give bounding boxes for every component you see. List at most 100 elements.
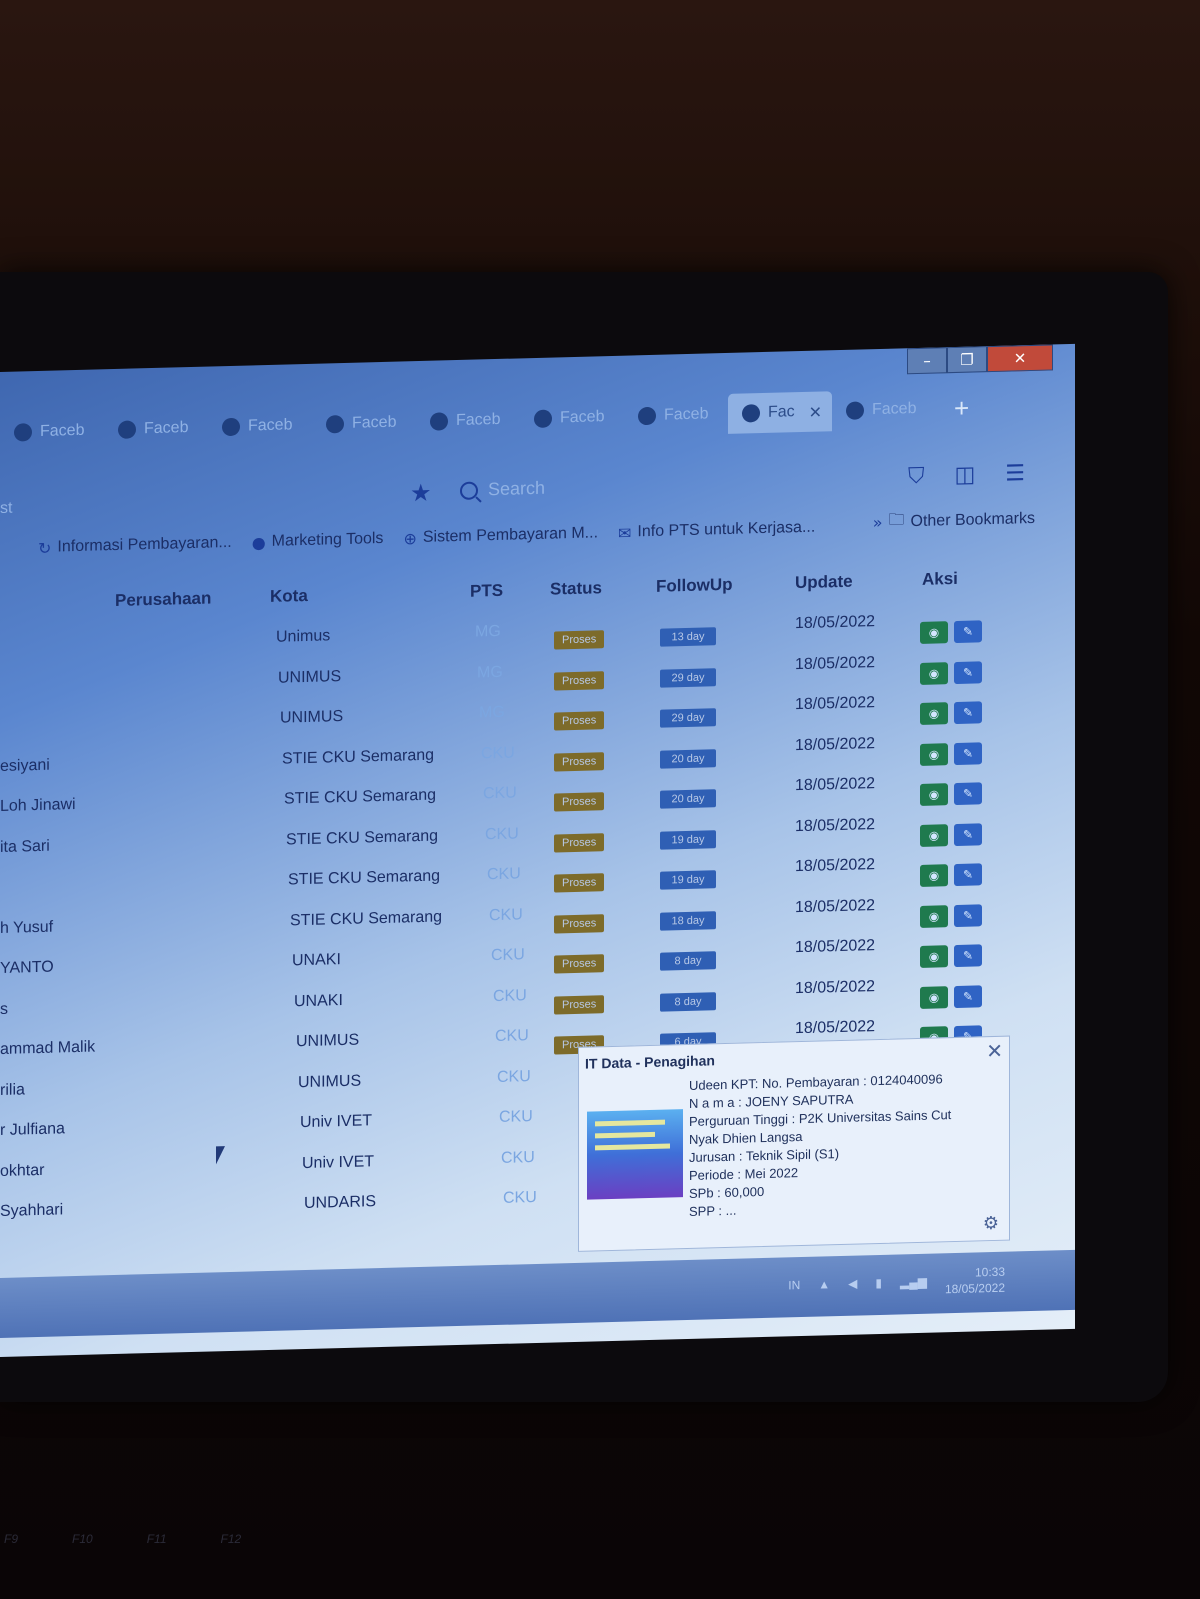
search-placeholder: Search [488, 477, 546, 500]
edit-pencil-icon[interactable]: ✎ [954, 620, 982, 644]
followup-badge: 29 day [660, 667, 716, 688]
followup-badge: 19 day [660, 829, 716, 850]
popup-title: IT Data - Penagihan [585, 1052, 715, 1072]
bookmark-item[interactable]: ● Marketing Tools [252, 529, 384, 552]
cell-kota: UNAKI [294, 991, 343, 1010]
volume-icon[interactable]: ◀ [848, 1277, 857, 1291]
status-badge: Proses [554, 913, 605, 933]
bookmark-label: Sistem Pembayaran M... [422, 524, 599, 546]
cell-pts: CKU [499, 1108, 533, 1126]
header-status[interactable]: Status [550, 578, 602, 599]
function-key-label: F11 [146, 1532, 167, 1546]
edit-pencil-icon[interactable]: ✎ [954, 903, 982, 927]
popup-close-icon[interactable]: ✕ [986, 1039, 1003, 1063]
tray-arrow-icon[interactable]: ▲ [818, 1277, 830, 1291]
tab-label: Faceb [456, 410, 501, 430]
cell-pts: CKU [489, 905, 523, 924]
tab-8[interactable]: Faceb [832, 388, 936, 431]
view-eye-icon[interactable]: ◉ [920, 702, 948, 725]
view-eye-icon[interactable]: ◉ [920, 742, 948, 766]
other-bookmarks[interactable]: » 🗀 Other Bookmarks [873, 505, 1035, 536]
header-aksi: Aksi [922, 568, 958, 589]
edit-pencil-icon[interactable]: ✎ [954, 782, 982, 806]
status-badge: Proses [554, 994, 605, 1014]
view-eye-icon[interactable]: ◉ [920, 823, 948, 847]
cell-update: 18/05/2022 [795, 815, 876, 835]
function-key-label: F10 [72, 1532, 93, 1546]
tab-5[interactable]: Faceb [520, 397, 624, 440]
pocket-icon[interactable]: ⛉ [908, 464, 925, 489]
refresh-icon: ↻ [38, 538, 52, 558]
followup-badge: 19 day [660, 870, 716, 890]
menu-icon[interactable]: ☰ [1005, 461, 1025, 487]
toolbar-icons: ⛉ ◫ ☰ [908, 461, 1025, 489]
function-key-label: F12 [220, 1532, 242, 1546]
new-tab-button[interactable]: + [954, 392, 969, 423]
restore-button[interactable]: ❐ [947, 346, 987, 374]
cell-name: Loh Jinawi [0, 796, 76, 815]
tab-close-icon[interactable]: ✕ [809, 402, 822, 421]
tab-3[interactable]: Faceb [312, 402, 416, 445]
cell-kota: UNIMUS [298, 1072, 362, 1091]
cell-pts: CKU [493, 986, 527, 1005]
facebook-icon [14, 423, 32, 442]
cell-kota: STIE CKU Semarang [290, 907, 443, 929]
bookmark-item[interactable]: ✉ Info PTS untuk Kerjasa... [618, 518, 815, 543]
view-eye-icon[interactable]: ◉ [920, 985, 948, 1009]
close-window-button[interactable]: ✕ [987, 344, 1053, 373]
reader-view-icon[interactable]: ◫ [954, 462, 975, 488]
view-eye-icon[interactable]: ◉ [920, 621, 948, 644]
tab-label: Faceb [40, 421, 85, 440]
status-badge: Proses [554, 711, 605, 731]
followup-badge: 18 day [660, 910, 716, 931]
header-update[interactable]: Update [795, 572, 853, 594]
bookmark-star-icon[interactable]: ★ [410, 479, 432, 508]
header-perusahaan[interactable]: Perusahaan [115, 588, 211, 611]
tab-2[interactable]: Faceb [208, 405, 312, 448]
header-kota[interactable]: Kota [270, 586, 308, 607]
followup-badge: 20 day [660, 748, 716, 769]
cell-update: 18/05/2022 [795, 1018, 876, 1038]
tab-7[interactable]: Fac ✕ [728, 391, 832, 434]
edit-pencil-icon[interactable]: ✎ [954, 863, 982, 887]
cell-kota: STIE CKU Semarang [286, 827, 439, 849]
status-badge: Proses [554, 630, 605, 650]
network-icon[interactable]: ▮ [875, 1276, 882, 1290]
search-box[interactable]: Search [460, 478, 545, 501]
cell-pts: CKU [483, 784, 517, 803]
tab-0[interactable]: Faceb [0, 410, 104, 453]
facebook-icon [430, 412, 448, 431]
header-pts[interactable]: PTS [470, 581, 503, 602]
clock[interactable]: 10:33 18/05/2022 [945, 1264, 1005, 1298]
view-eye-icon[interactable]: ◉ [920, 661, 948, 685]
tab-1[interactable]: Faceb [104, 408, 208, 451]
cell-kota: UNIMUS [296, 1031, 360, 1051]
tab-6[interactable]: Faceb [624, 394, 728, 437]
view-eye-icon[interactable]: ◉ [920, 945, 948, 968]
cell-name: okhtar [0, 1161, 45, 1180]
bookmark-item[interactable]: ↻ Informasi Pembayaran... [38, 533, 232, 558]
edit-pencil-icon[interactable]: ✎ [954, 984, 982, 1008]
edit-pencil-icon[interactable]: ✎ [954, 660, 982, 684]
cell-update: 18/05/2022 [795, 613, 876, 633]
notification-popup[interactable]: IT Data - Penagihan ✕ Udeen KPT: No. Pem… [578, 1035, 1010, 1252]
minimize-button[interactable]: – [907, 347, 947, 375]
address-bar-stub[interactable]: st [0, 500, 12, 518]
edit-pencil-icon[interactable]: ✎ [954, 741, 982, 765]
bookmarks-more-icon[interactable]: » [873, 513, 883, 532]
header-followup[interactable]: FollowUp [656, 575, 732, 597]
edit-pencil-icon[interactable]: ✎ [954, 822, 982, 846]
edit-pencil-icon[interactable]: ✎ [954, 701, 982, 725]
cell-kota: UNIMUS [280, 708, 344, 727]
cell-kota: STIE CKU Semarang [282, 746, 435, 768]
view-eye-icon[interactable]: ◉ [920, 904, 948, 928]
gear-icon[interactable]: ⚙ [983, 1213, 999, 1234]
bookmark-item[interactable]: ⊕ Sistem Pembayaran M... [403, 524, 598, 548]
signal-icon[interactable]: ▂▄▆ [900, 1275, 927, 1290]
language-indicator[interactable]: IN [788, 1278, 800, 1292]
view-eye-icon[interactable]: ◉ [920, 864, 948, 887]
view-eye-icon[interactable]: ◉ [920, 783, 948, 806]
edit-pencil-icon[interactable]: ✎ [954, 944, 982, 968]
cell-kota: UNIMUS [278, 667, 342, 687]
tab-4[interactable]: Faceb [416, 399, 520, 442]
